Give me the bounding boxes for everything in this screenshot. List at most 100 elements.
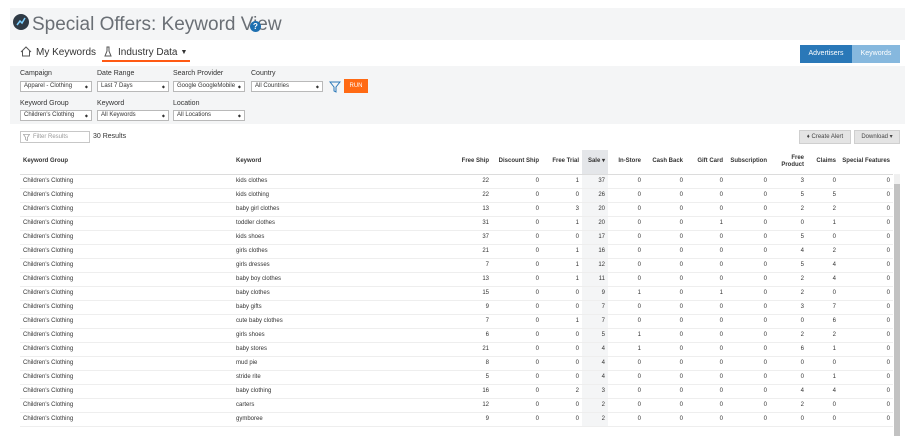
table-cell: 0 [608,384,644,399]
download-button[interactable]: Download ▾ [854,130,900,144]
toggle-keywords[interactable]: Keywords [852,45,900,63]
table-cell: 6 [770,342,807,357]
table-cell: 0 [492,398,542,413]
col-header[interactable]: Keyword [233,150,454,175]
table-row[interactable]: Children's Clothing gymboree 9 0 0 2 0 0 0 0 0 0 0 [20,412,893,427]
table-cell: 5 [454,370,492,385]
table-cell: 0 [726,286,770,301]
table-cell: 0 [807,174,839,189]
table-cell: 0 [839,188,893,203]
col-header[interactable]: Discount Ship [492,150,542,175]
col-header[interactable]: Cash Back [644,150,686,175]
table-cell: 0 [542,230,582,245]
run-button[interactable]: RUN [344,79,368,93]
table-row[interactable]: Children's Clothing girls dresses 7 0 1 12 0 0 0… [20,258,893,273]
col-header[interactable]: Keyword Group [20,150,233,175]
table-cell: baby clothing [233,384,454,399]
nav-my-keywords[interactable]: My Keywords [20,46,96,58]
date-range-select[interactable]: Last 7 Days [97,81,169,92]
table-cell: 0 [608,314,644,329]
table-row[interactable]: Children's Clothing baby clothing 16 0 2 3 0 0 0… [20,384,893,399]
home-icon [20,46,32,57]
country-select[interactable]: All Countries [251,81,323,92]
table-cell: 0 [770,356,807,371]
table-cell: stride rite [233,370,454,385]
campaign-select[interactable]: Apparel - Clothing [20,81,92,92]
table-cell: 7 [807,300,839,315]
table-cell: 9 [454,300,492,315]
table-cell: 0 [644,342,686,357]
table-row[interactable]: Children's Clothing baby boy clothes 13 0 1 1… [20,272,893,287]
table-cell: 5 [807,188,839,203]
campaign-label: Campaign [20,70,52,77]
table-cell: 0 [608,188,644,203]
table-cell: 1 [608,342,644,357]
table-row[interactable]: Children's Clothing carters 12 0 0 2 0 0 0 0 2 0 0 [20,398,893,413]
table-cell: 0 [839,384,893,399]
scrollbar[interactable] [894,174,900,436]
keyword-select[interactable]: All Keywords [97,110,169,121]
table-row[interactable]: Children's Clothing cute baby clothes 7 0 1 7… [20,314,893,329]
col-header[interactable]: Subscription [726,150,770,175]
table-cell: 0 [686,300,726,315]
table-row[interactable]: Children's Clothing baby clothes 15 0 0 9 1 0 1 0… [20,286,893,301]
table-cell: 0 [644,244,686,259]
scrollbar-thumb[interactable] [894,184,900,436]
date-range-label: Date Range [97,70,135,77]
table-cell: 12 [454,398,492,413]
table-row[interactable]: Children's Clothing kids clothes 22 0 1 37 0 0 0… [20,174,893,189]
table-row[interactable]: Children's Clothing kids shoes 37 0 0 17 0 0 0 0 5… [20,230,893,245]
table-row[interactable]: Children's Clothing toddler clothes 31 0 1 20… [20,216,893,231]
table-row[interactable]: Children's Clothing baby stores 21 0 0 4 1 0 0 0 6… [20,342,893,357]
table-row[interactable]: Children's Clothing kids clothing 22 0 0 26 0 0… [20,188,893,203]
help-icon[interactable]: ? [250,21,261,32]
table-cell: 0 [542,286,582,301]
table-cell: 2 [770,328,807,343]
nav-industry-data[interactable]: Industry Data ▼ [102,46,187,58]
table-cell: 12 [582,258,608,273]
col-header[interactable]: Claims [807,150,839,175]
table-cell: 0 [686,258,726,273]
table-cell: 0 [644,174,686,189]
page-title: Special Offers: Keyword View [32,14,282,35]
table-row[interactable]: Children's Clothing baby girl clothes 13 0 3… [20,202,893,217]
table-cell: 0 [839,300,893,315]
col-header[interactable]: Gift Card [686,150,726,175]
table-cell: 0 [644,384,686,399]
table-cell: kids shoes [233,230,454,245]
col-header[interactable]: Free Ship [454,150,492,175]
table-cell: Children's Clothing [20,286,233,301]
table-cell: 1 [542,244,582,259]
keyword-group-select[interactable]: Children's Clothing [20,110,92,121]
search-provider-select[interactable]: Google GoogleMobile [173,81,245,92]
table-cell: 0 [726,174,770,189]
table-cell: 1 [686,216,726,231]
filter-results-input[interactable]: Filter Results [20,131,90,143]
toggle-advertisers[interactable]: Advertisers [800,45,852,63]
table-cell: 6 [454,328,492,343]
col-header[interactable]: Free Product [770,150,807,175]
table-cell: 0 [726,272,770,287]
table-cell: Children's Clothing [20,244,233,259]
table-row[interactable]: Children's Clothing mud pie 8 0 0 4 0 0 0 0 0 0 0 [20,356,893,371]
table-row[interactable]: Children's Clothing stride rite 5 0 0 4 0 0 0 0 0 1… [20,370,893,385]
table-cell: 0 [726,202,770,217]
table-row[interactable]: Children's Clothing girls shoes 6 0 0 5 1 0 0 0 2 2… [20,328,893,343]
table-header-row: Keyword Group Keyword Free Ship Discount… [20,150,893,175]
table-cell: 0 [770,370,807,385]
location-select[interactable]: All Locations [173,110,245,121]
table-row[interactable]: Children's Clothing baby gifts 9 0 0 7 0 0 0 0 3 7 0 [20,300,893,315]
col-header[interactable]: Special Features [839,150,893,175]
table-cell: Children's Clothing [20,174,233,189]
results-count: 30 Results [93,133,127,140]
col-header-sorted[interactable]: Sale ▾ [582,150,608,175]
create-alert-button[interactable]: ♦ Create Alert [799,130,851,144]
page-header: Special Offers: Keyword View ? [10,8,905,40]
funnel-icon[interactable] [329,81,341,93]
col-header[interactable]: In-Store [608,150,644,175]
table-cell: 0 [839,398,893,413]
table-cell: Children's Clothing [20,370,233,385]
table-cell: 2 [807,328,839,343]
col-header[interactable]: Free Trial [542,150,582,175]
table-row[interactable]: Children's Clothing girls clothes 21 0 1 16 0 0… [20,244,893,259]
